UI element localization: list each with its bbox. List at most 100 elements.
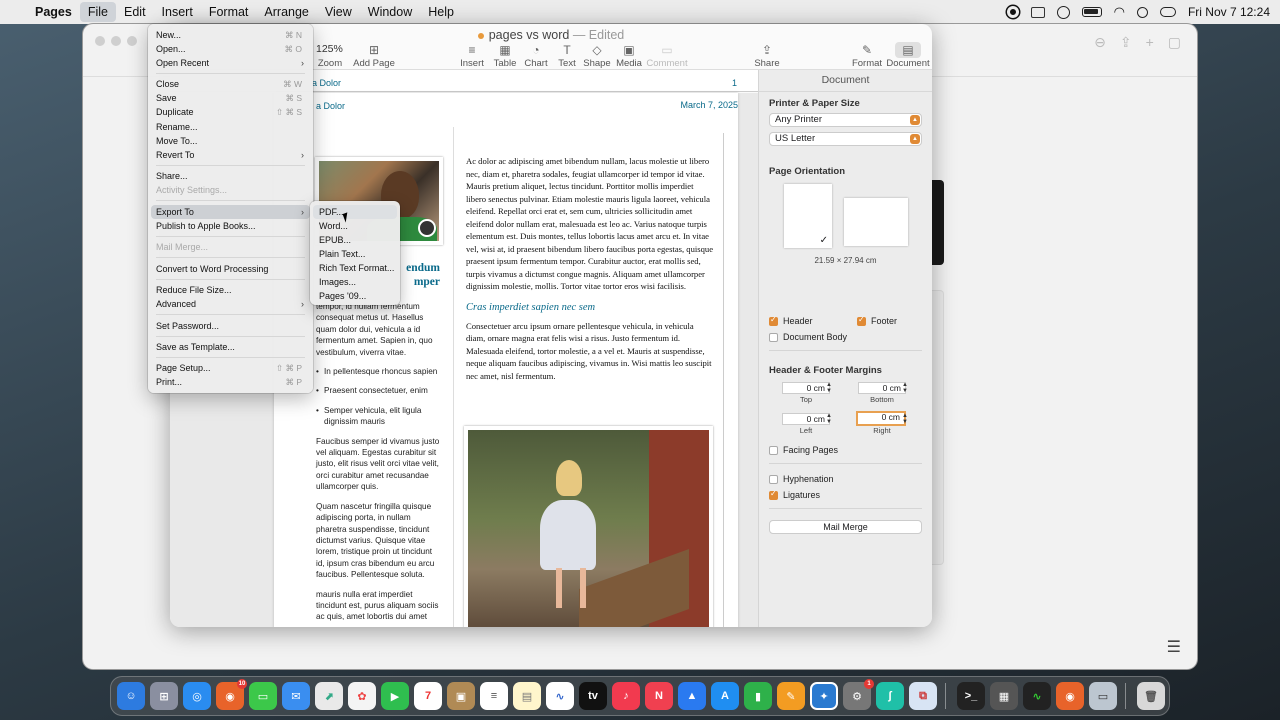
- mail-merge-button[interactable]: Mail Merge: [769, 520, 922, 534]
- bg-zoom-button[interactable]: [127, 36, 137, 46]
- control-center-icon[interactable]: [1159, 7, 1176, 17]
- apple-tv-icon[interactable]: tv: [579, 682, 607, 710]
- list-item[interactable]: Semper vehicula, elit ligula dignissim m…: [316, 405, 442, 428]
- bottom-margin-field[interactable]: 0 cm: [858, 382, 906, 394]
- launchpad-icon[interactable]: ⊞: [150, 682, 178, 710]
- export-pages-09[interactable]: Pages '09...: [313, 289, 397, 303]
- bottom-margin-stepper[interactable]: ▲ ▼: [902, 382, 908, 394]
- menu-item-duplicate[interactable]: Duplicate ⇧ ⌘ S: [151, 105, 310, 119]
- menu-item-open[interactable]: Open... ⌘ O: [151, 42, 310, 56]
- app-menu[interactable]: Pages: [27, 0, 80, 24]
- menu-item-new[interactable]: New... ⌘ N: [151, 28, 310, 42]
- numbers-icon[interactable]: ▮: [744, 682, 772, 710]
- menu-item-mail-merge[interactable]: Mail Merge...: [151, 240, 310, 254]
- right-column[interactable]: Ac dolor ac adipiscing amet bibendum nul…: [466, 155, 714, 382]
- add-page-button[interactable]: ⊞ Add Page: [350, 42, 398, 69]
- contacts-icon[interactable]: ▣: [447, 682, 475, 710]
- battery-icon[interactable]: [1081, 7, 1102, 17]
- document-body-checkbox[interactable]: Document Body: [769, 332, 847, 342]
- menu-item-rename[interactable]: Rename...: [151, 120, 310, 134]
- menu-item-reduce-file-size[interactable]: Reduce File Size...: [151, 283, 310, 297]
- export-images[interactable]: Images...: [313, 275, 397, 289]
- menu-file[interactable]: File: [79, 2, 116, 22]
- spotlight-icon[interactable]: [1136, 6, 1148, 18]
- menu-item-open-recent[interactable]: Open Recent ›: [151, 56, 310, 70]
- menu-format[interactable]: Format: [201, 0, 257, 24]
- right-margin-field[interactable]: 0 cm: [856, 411, 906, 426]
- facetime-icon[interactable]: ▶: [381, 682, 409, 710]
- activity-monitor-icon[interactable]: ∿: [1023, 682, 1051, 710]
- window-icon[interactable]: [1030, 6, 1045, 18]
- preview-icon[interactable]: ▭: [1089, 682, 1117, 710]
- left-margin-stepper[interactable]: ▲ ▼: [826, 413, 832, 425]
- zoom-button[interactable]: Zoom: [306, 42, 354, 69]
- messages-icon[interactable]: ▭: [249, 682, 277, 710]
- share-icon[interactable]: ⇪: [1120, 34, 1132, 51]
- page-header-text[interactable]: a Dolor: [316, 101, 345, 111]
- apple-menu-icon[interactable]: [0, 0, 27, 24]
- menu-window[interactable]: Window: [360, 0, 420, 24]
- menu-view[interactable]: View: [317, 0, 360, 24]
- inspector-title[interactable]: Document: [759, 70, 932, 92]
- pages-icon[interactable]: ✎: [777, 682, 805, 710]
- replace-image-icon[interactable]: [418, 219, 436, 237]
- settings-sliders-icon[interactable]: ☰: [1167, 637, 1181, 657]
- list-item[interactable]: Praesent consectetuer, enim: [316, 385, 442, 397]
- export-epub[interactable]: EPUB...: [313, 233, 397, 247]
- terminal-icon[interactable]: >_: [957, 682, 985, 710]
- music-icon[interactable]: ♪: [612, 682, 640, 710]
- top-margin-field[interactable]: 0 cm: [782, 382, 830, 394]
- migration-icon[interactable]: ⧉: [909, 682, 937, 710]
- menu-item-print[interactable]: Print... ⌘ P: [151, 375, 310, 389]
- header-checkbox[interactable]: Header: [769, 315, 813, 326]
- list-item[interactable]: In pellentesque rhoncus sapien: [316, 366, 442, 378]
- printer-select[interactable]: Any Printer ▲: [769, 113, 922, 127]
- calendar-icon[interactable]: 7: [414, 682, 442, 710]
- export-word[interactable]: Word...: [313, 219, 397, 233]
- section-heading[interactable]: Cras imperdiet sapien nec sem: [466, 302, 714, 315]
- shortcut-app-icon[interactable]: ʃ: [876, 682, 904, 710]
- left-margin-field[interactable]: 0 cm: [782, 413, 830, 425]
- bg-minimize-button[interactable]: [111, 36, 121, 46]
- export-rich-text[interactable]: Rich Text Format...: [313, 261, 397, 275]
- menu-item-advanced[interactable]: Advanced ›: [151, 297, 310, 311]
- right-margin-stepper[interactable]: ▲ ▼: [902, 413, 908, 425]
- menu-item-revert-to[interactable]: Revert To ›: [151, 148, 310, 162]
- paragraph[interactable]: Consectetuer arcu ipsum ornare pellentes…: [466, 320, 714, 383]
- download-icon[interactable]: ⊖: [1094, 34, 1106, 51]
- paragraph[interactable]: Faucibus semper id vivamus justo vel ali…: [316, 436, 442, 493]
- export-pdf[interactable]: PDF...: [313, 205, 397, 219]
- keynote-icon[interactable]: ▲: [678, 682, 706, 710]
- wifi-icon[interactable]: ◠: [1114, 4, 1125, 20]
- paragraph[interactable]: Ac dolor ac adipiscing amet bibendum nul…: [466, 155, 714, 293]
- menu-item-save-as-template[interactable]: Save as Template...: [151, 340, 310, 354]
- clock[interactable]: Fri Nov 7 12:24: [1188, 5, 1270, 19]
- safari-icon[interactable]: ◎: [183, 682, 211, 710]
- left-column[interactable]: tempor, id nullam fermentum consequat me…: [316, 301, 442, 627]
- photos-icon[interactable]: ✿: [348, 682, 376, 710]
- facing-pages-checkbox[interactable]: Facing Pages: [769, 445, 838, 455]
- menu-item-export-to[interactable]: Export To ›: [151, 205, 310, 219]
- menu-item-publish-apple-books[interactable]: Publish to Apple Books...: [151, 219, 310, 233]
- menu-item-save[interactable]: Save ⌘ S: [151, 91, 310, 105]
- menu-item-convert[interactable]: Convert to Word Processing: [151, 262, 310, 276]
- menu-arrange[interactable]: Arrange: [256, 0, 316, 24]
- play-icon[interactable]: [1056, 5, 1070, 19]
- article-headline[interactable]: endum mper: [402, 261, 440, 289]
- paragraph[interactable]: Quam nascetur fringilla quisque adipisci…: [316, 501, 442, 581]
- menu-insert[interactable]: Insert: [154, 0, 201, 24]
- footer-checkbox[interactable]: Footer: [857, 315, 897, 326]
- xcode-icon[interactable]: ✦: [810, 682, 838, 710]
- menu-item-set-password[interactable]: Set Password...: [151, 319, 310, 333]
- top-margin-stepper[interactable]: ▲ ▼: [826, 382, 832, 394]
- system-settings-icon[interactable]: ⚙ 1: [843, 679, 874, 710]
- document-page[interactable]: a Dolor March 7, 2025 endum mper tempor,…: [274, 93, 738, 627]
- firefox-icon[interactable]: ◉ 10: [216, 679, 247, 710]
- app-store-icon[interactable]: A: [711, 682, 739, 710]
- menu-item-share[interactable]: Share...: [151, 169, 310, 183]
- paragraph[interactable]: tempor, id nullam fermentum consequat me…: [316, 301, 442, 358]
- share-button[interactable]: ⇪ Share: [743, 42, 791, 69]
- reminders-icon[interactable]: ≡: [480, 682, 508, 710]
- menu-item-move-to[interactable]: Move To...: [151, 134, 310, 148]
- menu-item-close[interactable]: Close ⌘ W: [151, 77, 310, 91]
